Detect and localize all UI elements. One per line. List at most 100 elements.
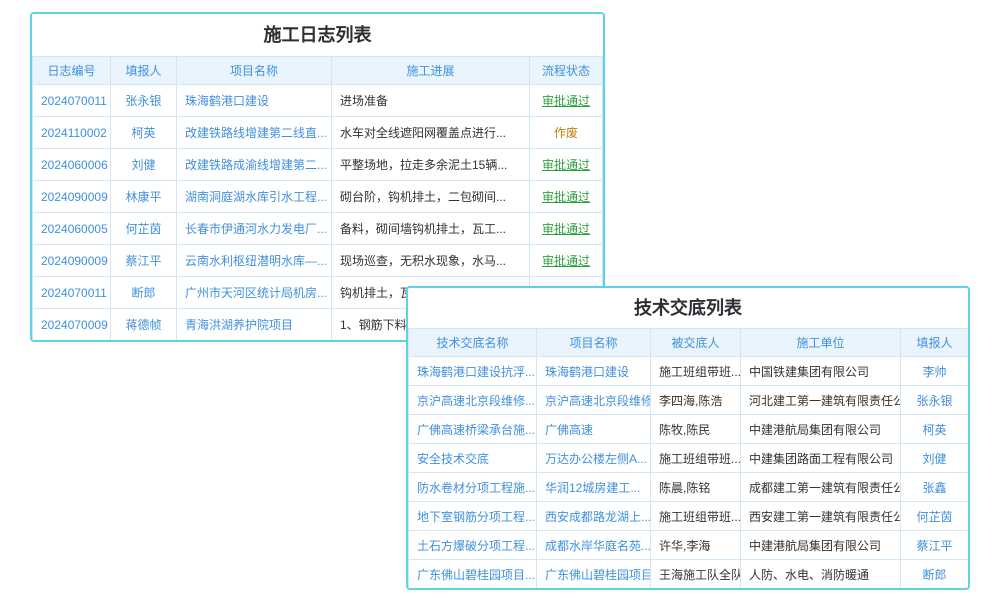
- disclosure-name-cell[interactable]: 广东佛山碧桂园项目...: [409, 560, 537, 589]
- recipient-cell: 许华,李海: [651, 531, 741, 560]
- technical-disclosure-title: 技术交底列表: [408, 288, 968, 328]
- log-id-cell[interactable]: 2024070011: [33, 277, 111, 309]
- table-row: 广东佛山碧桂园项目...广东佛山碧桂园项目王海施工队全队人防、水电、消防暖通断郎: [409, 560, 969, 589]
- table-row: 防水卷材分项工程施...华润12城房建工...陈晨,陈铭成都建工第一建筑有限责任…: [409, 473, 969, 502]
- project-link-cell[interactable]: 京沪高速北京段维修: [537, 386, 651, 415]
- progress-cell: 备料，砌间墙钩机排土，瓦工...: [332, 213, 530, 245]
- progress-cell: 水车对全线遮阳网覆盖点进行...: [332, 117, 530, 149]
- table-row: 珠海鹤港口建设抗浮...珠海鹤港口建设施工班组带班...中国铁建集团有限公司李帅: [409, 357, 969, 386]
- reporter-cell[interactable]: 蔡江平: [111, 245, 177, 277]
- construction-log-title: 施工日志列表: [32, 14, 603, 56]
- recipient-cell: 李四海,陈浩: [651, 386, 741, 415]
- table-row: 2024070011张永银珠海鹤港口建设进场准备审批通过: [33, 85, 603, 117]
- disclosure-name-cell[interactable]: 土石方爆破分项工程...: [409, 531, 537, 560]
- table-row: 地下室钢筋分项工程...西安成都路龙湖上...施工班组带班...西安建工第一建筑…: [409, 502, 969, 531]
- table-row: 土石方爆破分项工程...成都水岸华庭名苑...许华,李海中建港航局集团有限公司蔡…: [409, 531, 969, 560]
- disclosure-name-cell[interactable]: 地下室钢筋分项工程...: [409, 502, 537, 531]
- log-id-cell[interactable]: 2024070011: [33, 85, 111, 117]
- status-cell[interactable]: 审批通过: [530, 85, 603, 117]
- project-link-cell[interactable]: 广州市天河区统计局机房...: [177, 277, 332, 309]
- unit-cell: 中建港航局集团有限公司: [741, 531, 901, 560]
- recipient-cell: 陈晨,陈铭: [651, 473, 741, 502]
- status-cell[interactable]: 审批通过: [530, 245, 603, 277]
- project-link-cell[interactable]: 珠海鹤港口建设: [537, 357, 651, 386]
- table-row: 2024060006刘健改建铁路成渝线增建第二...平整场地，拉走多余泥土15辆…: [33, 149, 603, 181]
- table-row: 京沪高速北京段维修...京沪高速北京段维修李四海,陈浩河北建工第一建筑有限责任公…: [409, 386, 969, 415]
- progress-cell: 平整场地，拉走多余泥土15辆...: [332, 149, 530, 181]
- disclosure-body: 珠海鹤港口建设抗浮...珠海鹤港口建设施工班组带班...中国铁建集团有限公司李帅…: [409, 357, 969, 589]
- progress-cell: 现场巡查，无积水现象，水马...: [332, 245, 530, 277]
- reporter-cell[interactable]: 柯英: [901, 415, 969, 444]
- col-header-unit: 施工单位: [741, 329, 901, 357]
- status-cell[interactable]: 作废: [530, 117, 603, 149]
- table-row: 2024110002柯英改建铁路线增建第二线直...水车对全线遮阳网覆盖点进行.…: [33, 117, 603, 149]
- status-cell[interactable]: 审批通过: [530, 181, 603, 213]
- reporter-cell[interactable]: 蒋德帧: [111, 309, 177, 341]
- recipient-cell: 施工班组带班...: [651, 444, 741, 473]
- table-row: 2024060005何芷茵长春市伊通河水力发电厂...备料，砌间墙钩机排土，瓦工…: [33, 213, 603, 245]
- reporter-cell[interactable]: 断郎: [111, 277, 177, 309]
- table-row: 广佛高速桥梁承台施...广佛高速陈牧,陈民中建港航局集团有限公司柯英: [409, 415, 969, 444]
- log-id-cell[interactable]: 2024110002: [33, 117, 111, 149]
- col-header-progress: 施工进展: [332, 57, 530, 85]
- reporter-cell[interactable]: 林康平: [111, 181, 177, 213]
- reporter-cell[interactable]: 张永银: [111, 85, 177, 117]
- reporter-cell[interactable]: 刘健: [111, 149, 177, 181]
- disclosure-name-cell[interactable]: 京沪高速北京段维修...: [409, 386, 537, 415]
- disclosure-name-cell[interactable]: 珠海鹤港口建设抗浮...: [409, 357, 537, 386]
- progress-cell: 进场准备: [332, 85, 530, 117]
- project-link-cell[interactable]: 广佛高速: [537, 415, 651, 444]
- col-header-log-id: 日志编号: [33, 57, 111, 85]
- disclosure-name-cell[interactable]: 广佛高速桥梁承台施...: [409, 415, 537, 444]
- project-link-cell[interactable]: 西安成都路龙湖上...: [537, 502, 651, 531]
- log-id-cell[interactable]: 2024090009: [33, 181, 111, 213]
- disclosure-name-cell[interactable]: 安全技术交底: [409, 444, 537, 473]
- table-header-row: 技术交底名称 项目名称 被交底人 施工单位 填报人: [409, 329, 969, 357]
- col-header-project: 项目名称: [177, 57, 332, 85]
- page: { "colors": { "panel_border": "#5ed2e2",…: [0, 0, 1000, 600]
- project-link-cell[interactable]: 广东佛山碧桂园项目: [537, 560, 651, 589]
- col-header-reporter: 填报人: [111, 57, 177, 85]
- col-header-status: 流程状态: [530, 57, 603, 85]
- project-link-cell[interactable]: 珠海鹤港口建设: [177, 85, 332, 117]
- unit-cell: 西安建工第一建筑有限责任公司: [741, 502, 901, 531]
- project-link-cell[interactable]: 云南水利枢纽潜明水库—...: [177, 245, 332, 277]
- reporter-cell[interactable]: 张鑫: [901, 473, 969, 502]
- col-header-disclosure-name: 技术交底名称: [409, 329, 537, 357]
- project-link-cell[interactable]: 华润12城房建工...: [537, 473, 651, 502]
- log-id-cell[interactable]: 2024060005: [33, 213, 111, 245]
- reporter-cell[interactable]: 蔡江平: [901, 531, 969, 560]
- project-link-cell[interactable]: 改建铁路成渝线增建第二...: [177, 149, 332, 181]
- project-link-cell[interactable]: 改建铁路线增建第二线直...: [177, 117, 332, 149]
- project-link-cell[interactable]: 青海洪湖养护院项目: [177, 309, 332, 341]
- reporter-cell[interactable]: 李帅: [901, 357, 969, 386]
- table-header-row: 日志编号 填报人 项目名称 施工进展 流程状态: [33, 57, 603, 85]
- technical-disclosure-table: 技术交底名称 项目名称 被交底人 施工单位 填报人 珠海鹤港口建设抗浮...珠海…: [408, 328, 969, 589]
- project-link-cell[interactable]: 成都水岸华庭名苑...: [537, 531, 651, 560]
- project-link-cell[interactable]: 湖南洞庭湖水库引水工程...: [177, 181, 332, 213]
- reporter-cell[interactable]: 断郎: [901, 560, 969, 589]
- col-header-reporter: 填报人: [901, 329, 969, 357]
- reporter-cell[interactable]: 张永银: [901, 386, 969, 415]
- recipient-cell: 陈牧,陈民: [651, 415, 741, 444]
- reporter-cell[interactable]: 何芷茵: [901, 502, 969, 531]
- project-link-cell[interactable]: 万达办公楼左侧A...: [537, 444, 651, 473]
- table-row: 2024090009林康平湖南洞庭湖水库引水工程...砌台阶，钩机排土，二包砌间…: [33, 181, 603, 213]
- log-id-cell[interactable]: 2024090009: [33, 245, 111, 277]
- status-cell[interactable]: 审批通过: [530, 213, 603, 245]
- unit-cell: 中建港航局集团有限公司: [741, 415, 901, 444]
- reporter-cell[interactable]: 刘健: [901, 444, 969, 473]
- unit-cell: 河北建工第一建筑有限责任公司: [741, 386, 901, 415]
- table-row: 安全技术交底万达办公楼左侧A...施工班组带班...中建集团路面工程有限公司刘健: [409, 444, 969, 473]
- reporter-cell[interactable]: 柯英: [111, 117, 177, 149]
- col-header-recipient: 被交底人: [651, 329, 741, 357]
- unit-cell: 成都建工第一建筑有限责任公司: [741, 473, 901, 502]
- unit-cell: 中建集团路面工程有限公司: [741, 444, 901, 473]
- log-id-cell[interactable]: 2024060006: [33, 149, 111, 181]
- log-id-cell[interactable]: 2024070009: [33, 309, 111, 341]
- reporter-cell[interactable]: 何芷茵: [111, 213, 177, 245]
- disclosure-name-cell[interactable]: 防水卷材分项工程施...: [409, 473, 537, 502]
- col-header-project: 项目名称: [537, 329, 651, 357]
- status-cell[interactable]: 审批通过: [530, 149, 603, 181]
- project-link-cell[interactable]: 长春市伊通河水力发电厂...: [177, 213, 332, 245]
